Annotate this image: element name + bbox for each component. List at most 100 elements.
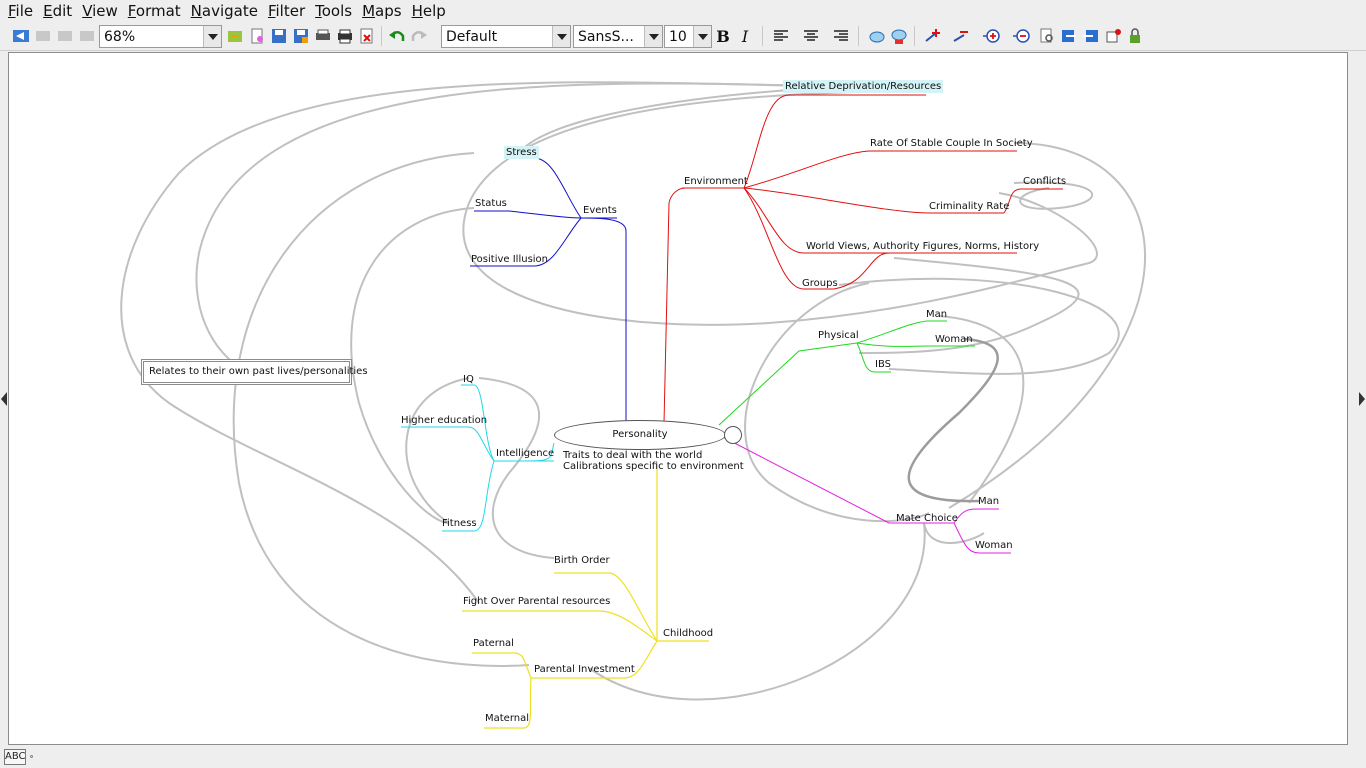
edge-mate-man bbox=[953, 508, 999, 524]
node-maternal[interactable]: Maternal bbox=[485, 712, 529, 725]
spellcheck-icon[interactable]: ABC bbox=[4, 749, 26, 765]
chevron-down-icon[interactable] bbox=[644, 26, 662, 47]
menu-maps[interactable]: Maps bbox=[358, 0, 407, 22]
node-physical[interactable]: Physical bbox=[818, 329, 859, 342]
tag-icon[interactable] bbox=[1102, 25, 1124, 47]
align-center-icon[interactable] bbox=[800, 25, 822, 47]
toggle-menu-icon[interactable] bbox=[10, 25, 32, 47]
edge-physical-man bbox=[856, 320, 947, 344]
back-icon[interactable] bbox=[32, 25, 54, 47]
align-left-icon[interactable] bbox=[770, 25, 792, 47]
remove-connector-icon[interactable] bbox=[950, 25, 972, 47]
node-mate-woman[interactable]: Woman bbox=[975, 539, 1013, 552]
chevron-down-icon[interactable] bbox=[552, 26, 570, 47]
menu-format[interactable]: Format bbox=[124, 0, 187, 22]
statusbar: ABC bbox=[0, 746, 1366, 768]
import-icon[interactable] bbox=[1080, 25, 1102, 47]
toolbar-separator bbox=[381, 26, 382, 46]
print-icon[interactable] bbox=[334, 25, 356, 47]
lock-icon[interactable] bbox=[1124, 25, 1146, 47]
node-mate-man[interactable]: Man bbox=[978, 495, 999, 508]
node-parental-investment[interactable]: Parental Investment bbox=[534, 663, 635, 676]
font-value: SansS... bbox=[578, 28, 634, 45]
edge-childhood bbox=[656, 463, 709, 642]
cloud-color-icon[interactable] bbox=[888, 25, 910, 47]
node-birth-order[interactable]: Birth Order bbox=[554, 554, 610, 567]
node-positive-illusion[interactable]: Positive Illusion bbox=[471, 253, 548, 266]
mindmap-edges bbox=[120, 81, 1147, 729]
relationship-curve[interactable] bbox=[232, 152, 530, 667]
undo-icon[interactable] bbox=[386, 25, 408, 47]
menu-edit[interactable]: Edit bbox=[39, 0, 78, 22]
relationship-curve[interactable] bbox=[907, 337, 999, 503]
node-iq[interactable]: IQ bbox=[463, 373, 474, 386]
close-map-icon[interactable] bbox=[356, 25, 378, 47]
free-note[interactable]: Relates to their own past lives/personal… bbox=[141, 359, 368, 385]
node-higher-education[interactable]: Higher education bbox=[401, 414, 487, 427]
italic-button[interactable]: I bbox=[734, 25, 756, 48]
collapse-right-icon[interactable] bbox=[1359, 392, 1365, 406]
menu-tools[interactable]: Tools bbox=[311, 0, 358, 22]
relationship-curve[interactable] bbox=[744, 282, 930, 523]
font-size-select[interactable]: 10 bbox=[664, 25, 712, 48]
node-intelligence[interactable]: Intelligence bbox=[496, 447, 554, 460]
edge-physical bbox=[718, 342, 858, 426]
export-icon[interactable] bbox=[1058, 25, 1080, 47]
node-physical-man[interactable]: Man bbox=[926, 308, 947, 321]
chevron-down-icon[interactable] bbox=[693, 26, 711, 47]
node-mate-choice[interactable]: Mate Choice bbox=[896, 512, 958, 525]
add-connector-icon[interactable] bbox=[922, 25, 944, 47]
node-stress[interactable]: Stress bbox=[504, 146, 539, 159]
menu-view[interactable]: View bbox=[78, 0, 124, 22]
mindmap-canvas[interactable]: Relates to their own past lives/personal… bbox=[8, 52, 1348, 745]
print-preview-icon[interactable] bbox=[312, 25, 334, 47]
open-map-icon[interactable] bbox=[224, 25, 246, 47]
node-environment[interactable]: Environment bbox=[684, 175, 748, 188]
node-world-views[interactable]: World Views, Authority Figures, Norms, H… bbox=[806, 240, 1039, 253]
app-window: File Edit View Format Navigate Filter To… bbox=[0, 0, 1366, 768]
fold-toggle-icon[interactable] bbox=[724, 426, 742, 444]
root-note: Traits to deal with the world Calibratio… bbox=[563, 450, 744, 472]
relationship-curve[interactable] bbox=[478, 377, 555, 559]
node-fight-parental[interactable]: Fight Over Parental resources bbox=[463, 595, 610, 608]
menu-navigate[interactable]: Navigate bbox=[187, 0, 264, 22]
node-childhood[interactable]: Childhood bbox=[663, 627, 713, 640]
add-node-icon[interactable] bbox=[980, 25, 1002, 47]
node-events[interactable]: Events bbox=[583, 204, 617, 217]
node-relative-deprivation[interactable]: Relative Deprivation/Resources bbox=[783, 80, 944, 93]
menu-file[interactable]: File bbox=[4, 0, 39, 22]
style-select[interactable]: Default bbox=[441, 25, 571, 48]
cloud-icon[interactable] bbox=[866, 25, 888, 47]
node-status[interactable]: Status bbox=[475, 197, 507, 210]
remove-node-icon[interactable] bbox=[1010, 25, 1032, 47]
menu-filter[interactable]: Filter bbox=[264, 0, 311, 22]
node-groups[interactable]: Groups bbox=[802, 277, 838, 290]
zoom-select[interactable]: 68% bbox=[99, 25, 222, 48]
collapse-left-icon[interactable] bbox=[1, 392, 7, 406]
relationship-curve[interactable] bbox=[588, 522, 926, 701]
find-icon[interactable] bbox=[1036, 25, 1058, 47]
node-physical-woman[interactable]: Woman bbox=[935, 333, 973, 346]
node-paternal[interactable]: Paternal bbox=[473, 637, 514, 650]
relationship-curve[interactable] bbox=[350, 207, 475, 524]
forward-icon[interactable] bbox=[54, 25, 76, 47]
save-as-icon[interactable] bbox=[290, 25, 312, 47]
navigate-icon[interactable] bbox=[76, 25, 98, 47]
node-ibs[interactable]: IBS bbox=[875, 358, 891, 371]
root-node[interactable]: Personality bbox=[554, 420, 726, 450]
new-map-icon[interactable] bbox=[246, 25, 268, 47]
edge-environment bbox=[663, 187, 686, 424]
align-right-icon[interactable] bbox=[830, 25, 852, 47]
bold-button[interactable]: B bbox=[712, 25, 734, 48]
node-conflicts[interactable]: Conflicts bbox=[1023, 175, 1066, 188]
chevron-down-icon[interactable] bbox=[203, 26, 221, 47]
node-rate-stable-couple[interactable]: Rate Of Stable Couple In Society bbox=[870, 137, 1033, 150]
font-select[interactable]: SansS... bbox=[573, 25, 663, 48]
node-criminality-rate[interactable]: Criminality Rate bbox=[929, 200, 1009, 213]
relationship-curve[interactable] bbox=[518, 84, 930, 154]
save-icon[interactable] bbox=[268, 25, 290, 47]
relationship-curve[interactable] bbox=[948, 142, 1147, 509]
redo-icon[interactable] bbox=[408, 25, 430, 47]
node-fitness[interactable]: Fitness bbox=[442, 517, 477, 530]
menu-help[interactable]: Help bbox=[408, 0, 452, 22]
